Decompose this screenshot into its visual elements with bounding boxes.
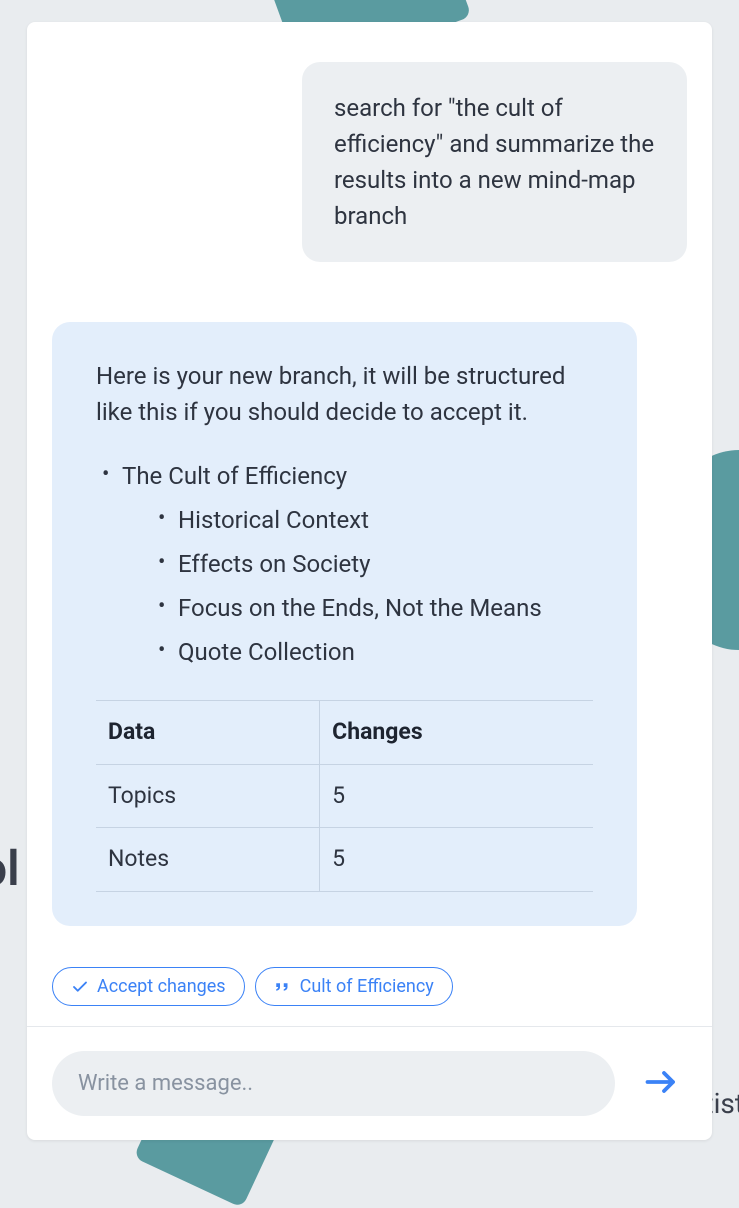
- branch-child-item: Focus on the Ends, Not the Means: [152, 590, 593, 626]
- table-header-changes: Changes: [320, 701, 593, 765]
- send-icon: [643, 1064, 679, 1103]
- branch-root-item: The Cult of Efficiency Historical Contex…: [96, 458, 593, 670]
- input-area: [27, 1026, 712, 1140]
- branch-child-item: Quote Collection: [152, 634, 593, 670]
- table-cell-value: 5: [320, 828, 593, 892]
- table-cell-label: Topics: [96, 764, 320, 828]
- branch-children-list: Historical Context Effects on Society Fo…: [152, 502, 593, 670]
- check-icon: [71, 978, 89, 996]
- messages-container: search for "the cult of efficiency" and …: [27, 22, 712, 967]
- changes-table: Data Changes Topics 5 Notes 5: [96, 700, 593, 892]
- table-cell-label: Notes: [96, 828, 320, 892]
- branch-outline: The Cult of Efficiency Historical Contex…: [96, 458, 593, 670]
- bg-partial-text: ol: [0, 840, 20, 897]
- user-message-text: search for "the cult of efficiency" and …: [334, 94, 654, 230]
- source-button-label: Cult of Efficiency: [300, 976, 434, 997]
- assistant-intro-text: Here is your new branch, it will be stru…: [96, 358, 593, 430]
- table-row: Topics 5: [96, 764, 593, 828]
- chat-panel: search for "the cult of efficiency" and …: [27, 22, 712, 1140]
- source-reference-button[interactable]: Cult of Efficiency: [255, 967, 453, 1006]
- branch-root-label: The Cult of Efficiency: [122, 462, 347, 490]
- table-header-data: Data: [96, 701, 320, 765]
- branch-child-item: Effects on Society: [152, 546, 593, 582]
- table-row: Notes 5: [96, 828, 593, 892]
- accept-button-label: Accept changes: [97, 976, 226, 997]
- send-button[interactable]: [635, 1056, 687, 1111]
- user-message: search for "the cult of efficiency" and …: [302, 62, 687, 262]
- table-cell-value: 5: [320, 764, 593, 828]
- message-input[interactable]: [52, 1051, 615, 1116]
- action-buttons-row: Accept changes Cult of Efficiency: [27, 967, 712, 1026]
- quote-icon: [274, 978, 292, 996]
- assistant-message: Here is your new branch, it will be stru…: [52, 322, 637, 926]
- branch-child-item: Historical Context: [152, 502, 593, 538]
- accept-changes-button[interactable]: Accept changes: [52, 967, 245, 1006]
